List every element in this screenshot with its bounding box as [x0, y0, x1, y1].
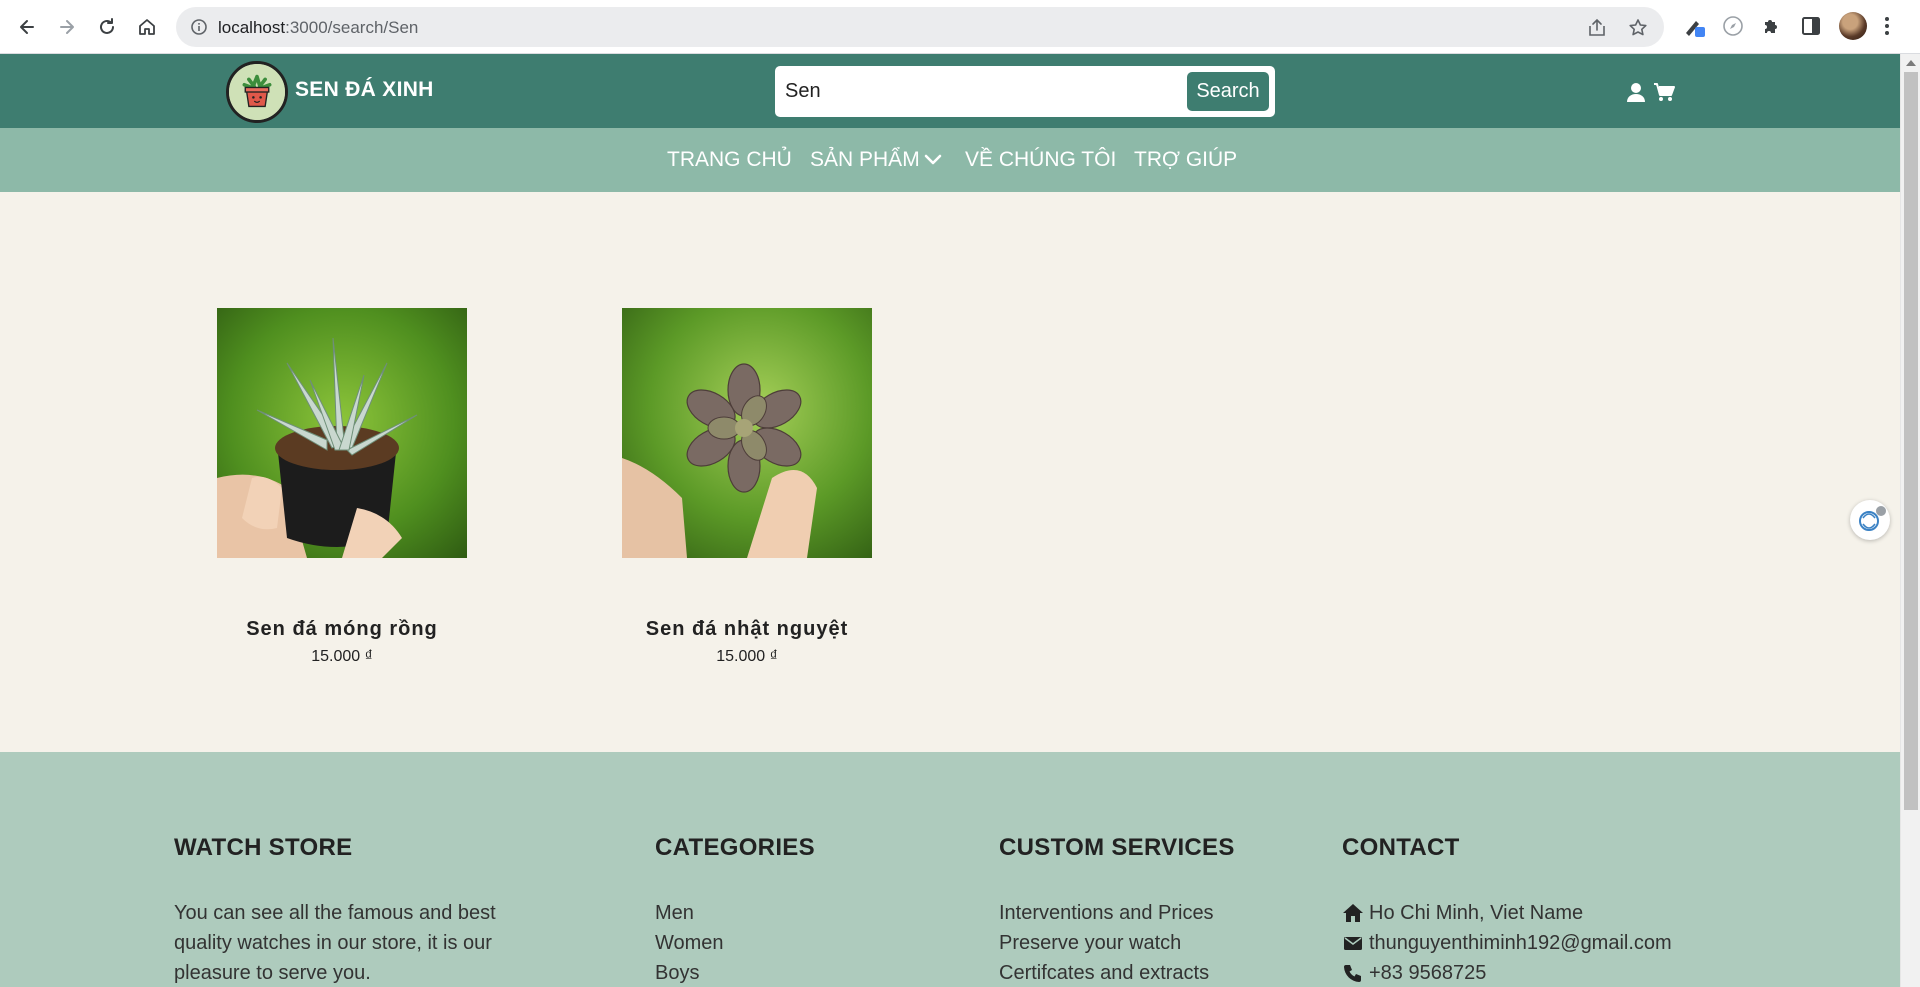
- contact-email: thunguyenthiminh192@gmail.com: [1342, 928, 1672, 958]
- phone-icon: [1344, 965, 1361, 982]
- contact-email-text[interactable]: thunguyenthiminh192@gmail.com: [1369, 928, 1672, 958]
- scroll-thumb[interactable]: [1904, 72, 1918, 810]
- share-icon[interactable]: [1586, 17, 1608, 39]
- side-panel-icon[interactable]: [1799, 14, 1823, 38]
- contact-address: Ho Chi Minh, Viet Name: [1342, 898, 1672, 928]
- footer-about-title: WATCH STORE: [174, 834, 353, 861]
- product-price: 15.000 ₫: [311, 648, 373, 665]
- footer-categories-title: CATEGORIES: [655, 834, 815, 861]
- footer-about: WATCH STORE You can see all the famous a…: [174, 834, 534, 987]
- profile-avatar[interactable]: [1839, 12, 1867, 40]
- more-menu-icon[interactable]: [1883, 15, 1891, 37]
- product-image[interactable]: [622, 308, 872, 558]
- search-input[interactable]: [785, 72, 1175, 110]
- site-info-icon[interactable]: [190, 18, 208, 36]
- footer-categories: CATEGORIES Men Women Boys: [655, 834, 815, 987]
- brand-name[interactable]: SEN ĐÁ XINH: [295, 78, 434, 102]
- echeveria-rosette-photo: [622, 308, 872, 558]
- search-form: Search: [775, 66, 1275, 117]
- search-button[interactable]: Search: [1187, 72, 1269, 111]
- site-header: SEN ĐÁ XINH Search: [0, 54, 1900, 128]
- footer-service-link[interactable]: Certifcates and extracts: [999, 958, 1235, 987]
- assistant-swirl-icon: [1859, 506, 1886, 531]
- nav-item-home[interactable]: TRANG CHỦ: [667, 148, 792, 172]
- footer-about-text: You can see all the famous and best qual…: [174, 902, 496, 984]
- footer-services-title: CUSTOM SERVICES: [999, 834, 1235, 861]
- footer-services: CUSTOM SERVICES Interventions and Prices…: [999, 834, 1235, 987]
- nav-item-help[interactable]: TRỢ GIÚP: [1134, 148, 1237, 172]
- home-icon[interactable]: [132, 12, 162, 42]
- puzzle-extensions-icon[interactable]: [1760, 14, 1784, 38]
- assistant-floating-button[interactable]: [1850, 500, 1890, 540]
- product-card[interactable]: Sen đá móng rồng 15.000 ₫: [217, 308, 467, 665]
- footer-contact: CONTACT Ho Chi Minh, Viet Name thunguyen…: [1342, 834, 1672, 987]
- site-footer: WATCH STORE You can see all the famous a…: [0, 752, 1900, 987]
- browser-toolbar: localhost:3000/search/Sen: [0, 0, 1920, 54]
- product-name[interactable]: Sen đá móng rồng: [177, 618, 507, 641]
- product-card[interactable]: Sen đá nhật nguyệt 15.000 ₫: [622, 308, 872, 665]
- bookmark-star-icon[interactable]: [1627, 17, 1649, 39]
- contact-address-text: Ho Chi Minh, Viet Name: [1369, 902, 1584, 924]
- footer-service-link[interactable]: Interventions and Prices: [999, 898, 1235, 928]
- address-bar[interactable]: localhost:3000/search/Sen: [176, 7, 1664, 47]
- footer-service-link[interactable]: Preserve your watch: [999, 928, 1235, 958]
- footer-category-link[interactable]: Men: [655, 898, 815, 928]
- pen-extension-icon[interactable]: [1683, 14, 1707, 38]
- nav-item-products-label: SẢN PHẨM: [810, 148, 920, 171]
- zebra-haworthia-photo: [217, 308, 467, 558]
- url-host: localhost: [218, 18, 286, 37]
- home-icon: [1343, 904, 1363, 922]
- contact-phone-text[interactable]: +83 9568725: [1369, 958, 1486, 987]
- envelope-icon: [1344, 937, 1362, 950]
- product-price: 15.000 ₫: [716, 648, 778, 665]
- scroll-up-arrow-icon[interactable]: [1906, 60, 1916, 66]
- forward-icon[interactable]: [52, 12, 82, 42]
- url-path: :3000/search/Sen: [285, 18, 419, 37]
- main-nav: TRANG CHỦ SẢN PHẨM VỀ CHÚNG TÔI TRỢ GIÚP: [0, 128, 1900, 192]
- compass-extension-icon[interactable]: [1721, 14, 1745, 38]
- contact-phone: +83 9568725: [1342, 958, 1672, 987]
- footer-category-link[interactable]: Boys: [655, 958, 815, 987]
- page-scrollbar[interactable]: [1900, 54, 1920, 987]
- nav-item-about[interactable]: VỀ CHÚNG TÔI: [965, 148, 1116, 172]
- product-image[interactable]: [217, 308, 467, 558]
- nav-item-products[interactable]: SẢN PHẨM: [810, 148, 942, 172]
- product-name[interactable]: Sen đá nhật nguyệt: [582, 618, 912, 641]
- user-icon[interactable]: [1625, 81, 1647, 103]
- footer-contact-title: CONTACT: [1342, 834, 1460, 861]
- footer-category-link[interactable]: Women: [655, 928, 815, 958]
- url-text: localhost:3000/search/Sen: [218, 18, 418, 38]
- brand-logo[interactable]: [226, 61, 288, 123]
- cart-icon[interactable]: [1653, 81, 1675, 103]
- reload-icon[interactable]: [92, 12, 122, 42]
- back-icon[interactable]: [12, 12, 42, 42]
- chevron-down-icon: [924, 155, 941, 165]
- succulent-pot-logo-icon: [229, 64, 285, 120]
